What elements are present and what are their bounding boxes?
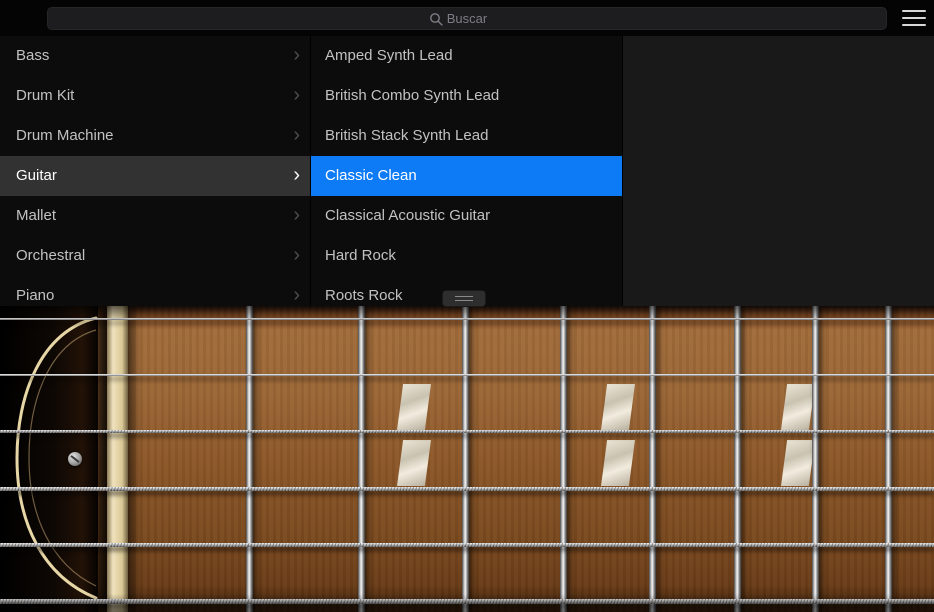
fret-wire-5 xyxy=(649,306,656,612)
sound-browser: Bass›Drum Kit›Drum Machine›Guitar›Mallet… xyxy=(0,36,934,306)
category-label: Orchestral xyxy=(16,236,85,276)
preset-label: British Combo Synth Lead xyxy=(325,76,499,116)
chevron-right-icon: › xyxy=(293,76,300,114)
fret-inlay xyxy=(601,384,635,430)
fret-wire-2 xyxy=(358,306,365,612)
nut xyxy=(107,306,128,612)
category-label: Mallet xyxy=(16,196,56,236)
category-item-drum-machine[interactable]: Drum Machine › xyxy=(0,116,310,156)
category-label: Drum Machine xyxy=(16,116,114,156)
preset-label: British Stack Synth Lead xyxy=(325,116,488,156)
category-item-piano[interactable]: Piano › xyxy=(0,276,310,306)
category-item-mallet[interactable]: Mallet › xyxy=(0,196,310,236)
guitar-string-4[interactable] xyxy=(0,487,934,491)
preset-list: Amped Synth LeadBritish Combo Synth Lead… xyxy=(310,36,622,306)
guitar-string-3[interactable] xyxy=(0,430,934,433)
fret-wire-1 xyxy=(246,306,253,612)
category-label: Drum Kit xyxy=(16,76,74,116)
category-item-guitar[interactable]: Guitar › xyxy=(0,156,310,196)
fret-wire-3 xyxy=(462,306,469,612)
preset-label: Classic Clean xyxy=(325,156,417,196)
guitar-body-binding xyxy=(0,306,98,612)
detail-panel xyxy=(622,36,934,306)
chevron-right-icon: › xyxy=(293,156,300,194)
search-field[interactable] xyxy=(47,7,887,30)
grip-lines-icon xyxy=(455,296,473,297)
fret-wire-6 xyxy=(734,306,741,612)
fret-inlay xyxy=(397,384,431,430)
guitar-body xyxy=(0,306,98,612)
strap-screw-icon xyxy=(68,452,82,466)
fret-inlay xyxy=(601,440,635,486)
browser-resize-handle[interactable] xyxy=(442,290,486,307)
chevron-right-icon: › xyxy=(293,276,300,306)
category-label: Piano xyxy=(16,276,54,306)
chevron-right-icon: › xyxy=(293,116,300,154)
fret-inlay xyxy=(397,440,431,486)
guitar-string-2[interactable] xyxy=(0,374,934,376)
guitar-string-6[interactable] xyxy=(0,599,934,604)
category-item-drum-kit[interactable]: Drum Kit › xyxy=(0,76,310,116)
fret-wire-4 xyxy=(560,306,567,612)
category-label: Guitar xyxy=(16,156,57,196)
fret-wire-8 xyxy=(885,306,892,612)
category-item-orchestral[interactable]: Orchestral › xyxy=(0,236,310,276)
preset-label: Amped Synth Lead xyxy=(325,36,453,76)
preset-label: Roots Rock xyxy=(325,276,403,306)
fretboard[interactable] xyxy=(0,306,934,612)
preset-label: Hard Rock xyxy=(325,236,396,276)
guitar-string-1[interactable] xyxy=(0,318,934,320)
fret-wire-7 xyxy=(812,306,819,612)
category-label: Bass xyxy=(16,36,49,76)
fret-inlay xyxy=(781,384,815,430)
category-list: Bass›Drum Kit›Drum Machine›Guitar›Mallet… xyxy=(0,36,310,306)
preset-item-british-stack-synth-lead[interactable]: British Stack Synth Lead xyxy=(311,116,622,156)
category-item-bass[interactable]: Bass › xyxy=(0,36,310,76)
menu-icon[interactable] xyxy=(902,10,926,26)
preset-item-hard-rock[interactable]: Hard Rock xyxy=(311,236,622,276)
preset-item-british-combo-synth-lead[interactable]: British Combo Synth Lead xyxy=(311,76,622,116)
preset-label: Classical Acoustic Guitar xyxy=(325,196,490,236)
search-input[interactable] xyxy=(48,8,886,29)
chevron-right-icon: › xyxy=(293,236,300,274)
top-bar xyxy=(0,0,934,36)
preset-item-amped-synth-lead[interactable]: Amped Synth Lead xyxy=(311,36,622,76)
garageband-window: Bass›Drum Kit›Drum Machine›Guitar›Mallet… xyxy=(0,0,934,612)
fret-inlay xyxy=(781,440,815,486)
chevron-right-icon: › xyxy=(293,196,300,234)
preset-item-classic-clean[interactable]: Classic Clean xyxy=(311,156,622,196)
chevron-right-icon: › xyxy=(293,36,300,74)
guitar-string-5[interactable] xyxy=(0,543,934,547)
preset-item-classical-acoustic-guitar[interactable]: Classical Acoustic Guitar xyxy=(311,196,622,236)
